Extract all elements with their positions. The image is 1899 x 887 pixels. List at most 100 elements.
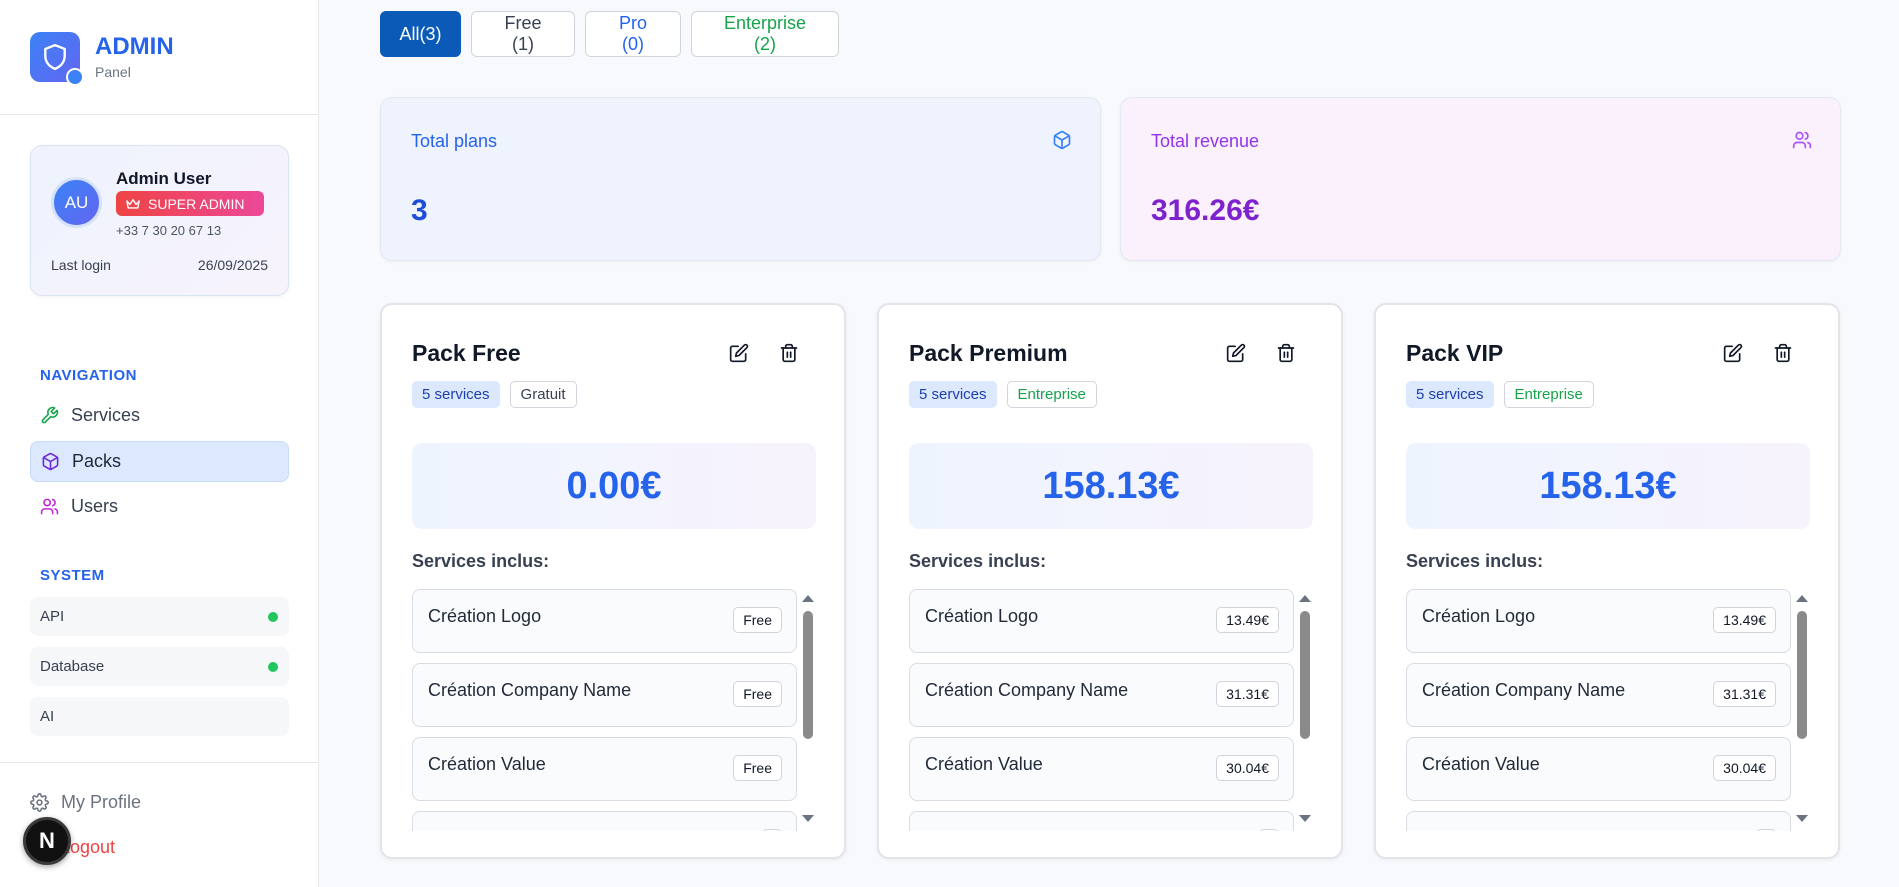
edit-icon[interactable] [1723, 343, 1743, 363]
status-online-indicator [268, 662, 278, 672]
service-name: Création Value [925, 754, 1043, 774]
scrollbar-thumb[interactable] [1300, 611, 1310, 739]
service-name: Création Company Name [428, 680, 632, 700]
scroll-down-arrow[interactable] [1299, 815, 1311, 822]
sidebar-item-label: Services [71, 405, 141, 425]
role-label: SUPER ADMIN [148, 195, 245, 212]
service-name: Création Company Name [1422, 680, 1626, 700]
services-list[interactable]: Création Logo 13.49€ Création Company Name… [909, 589, 1294, 831]
service-item: Création Value Free [412, 737, 797, 801]
box-icon [42, 452, 59, 471]
pack-card-0: Pack Free 5 services Gratuit 0.00€ Servi… [380, 303, 846, 859]
sidebar-item-services[interactable]: Services [30, 395, 289, 436]
pack-title: Pack VIP [1406, 340, 1504, 366]
service-item: Création Company Name 31.31€ [909, 663, 1294, 727]
service-item: Création Company Name 31.31€ [1406, 663, 1791, 727]
system-item-label: API [40, 608, 65, 625]
sidebar-divider [0, 762, 319, 763]
services-included-title: Services inclus: [1406, 551, 1544, 571]
filter-all-button[interactable]: All(3) [380, 11, 461, 57]
scroll-down-arrow[interactable] [802, 815, 814, 822]
users-icon [1792, 131, 1812, 149]
brand-subtitle: Panel [95, 64, 131, 81]
services-count-badge: 5 services [1406, 381, 1494, 408]
service-price-badge: 13.49€ [1216, 607, 1279, 633]
system-item-api: API [30, 597, 289, 636]
scrollbar-thumb[interactable] [803, 611, 813, 739]
filter-pro-button[interactable]: Pro (0) [585, 11, 681, 57]
service-price-badge: Free [733, 681, 782, 707]
services-included-title: Services inclus: [412, 551, 550, 571]
filter-free-button[interactable]: Free (1) [471, 11, 575, 57]
pack-type-badge: Gratuit [509, 381, 577, 408]
next-dev-indicator-button[interactable]: N [23, 817, 71, 865]
service-price-badge: 30.04€ [1216, 755, 1279, 781]
service-name: Création Value [1422, 754, 1540, 774]
service-name: Création Logo [925, 606, 1039, 626]
scroll-up-arrow[interactable] [802, 595, 814, 602]
user-card: AU Admin User SUPER ADMIN +33 7 30 20 67… [30, 145, 289, 296]
service-name: Création Logo [1422, 606, 1536, 626]
box-icon [1053, 130, 1071, 150]
sidebar-item-packs[interactable]: Packs [30, 441, 289, 482]
trash-icon[interactable] [779, 343, 799, 363]
wrench-icon [41, 406, 59, 424]
service-item [909, 811, 1294, 831]
services-count-badge: 5 services [909, 381, 997, 408]
pack-type-badge: Entreprise [1006, 381, 1097, 408]
services-included-title: Services inclus: [909, 551, 1047, 571]
system-item-label: AI [40, 708, 55, 725]
system-item-database: Database [30, 647, 289, 686]
service-item: Création Logo 13.49€ [909, 589, 1294, 653]
edit-icon[interactable] [1226, 343, 1246, 363]
sidebar-item-label: Users [71, 496, 119, 516]
services-count-badge: 5 services [412, 381, 500, 408]
service-price-badge: 31.31€ [1216, 681, 1279, 707]
brand: ADMIN Panel [0, 0, 318, 115]
navigation-title: NAVIGATION [40, 367, 137, 384]
service-price-badge: Free [733, 755, 782, 781]
sidebar: ADMIN Panel AU Admin User SUPER ADMIN +3… [0, 0, 319, 887]
service-price-badge [762, 829, 782, 831]
service-item: Création Logo Free [412, 589, 797, 653]
service-item [412, 811, 797, 831]
brand-title: ADMIN [95, 32, 174, 60]
edit-icon[interactable] [729, 343, 749, 363]
last-login-label: Last login [51, 257, 111, 273]
services-list[interactable]: Création Logo 13.49€ Création Company Name… [1406, 589, 1791, 831]
service-item: Création Company Name Free [412, 663, 797, 727]
service-price-badge: 13.49€ [1713, 607, 1776, 633]
user-phone: +33 7 30 20 67 13 [116, 223, 222, 238]
services-list[interactable]: Création Logo Free Création Company Name Fr… [412, 589, 797, 831]
trash-icon[interactable] [1276, 343, 1296, 363]
system-item-label: Database [40, 658, 105, 675]
scroll-down-arrow[interactable] [1796, 815, 1808, 822]
filter-enterprise-button[interactable]: Enterprise (2) [691, 11, 839, 57]
service-price-badge: Free [733, 607, 782, 633]
pack-title: Pack Premium [909, 340, 1068, 366]
service-item [1406, 811, 1791, 831]
crown-icon [126, 198, 140, 209]
status-online-indicator [268, 612, 278, 622]
status-dot [66, 68, 84, 86]
scrollbar-thumb[interactable] [1797, 611, 1807, 739]
stat-card-total-revenue: Total revenue 316.26€ [1120, 97, 1841, 261]
system-item-ai: AI [30, 697, 289, 736]
scroll-up-arrow[interactable] [1299, 595, 1311, 602]
scroll-up-arrow[interactable] [1796, 595, 1808, 602]
pack-title: Pack Free [412, 340, 521, 366]
users-icon [40, 498, 59, 515]
stat-label: Total plans [411, 131, 498, 151]
trash-icon[interactable] [1773, 343, 1793, 363]
service-name: Création Company Name [925, 680, 1129, 700]
avatar: AU [51, 177, 102, 228]
stat-value: 316.26€ [1151, 194, 1260, 227]
stat-card-total-plans: Total plans 3 [380, 97, 1101, 261]
system-title: SYSTEM [40, 567, 105, 584]
service-price-badge [1756, 829, 1776, 831]
pack-card-2: Pack VIP 5 services Entreprise 158.13€ S… [1374, 303, 1840, 859]
my-profile-link[interactable]: My Profile [30, 792, 141, 813]
pack-price: 0.00€ [412, 443, 816, 529]
sidebar-item-users[interactable]: Users [30, 486, 289, 527]
stat-value: 3 [411, 194, 428, 227]
